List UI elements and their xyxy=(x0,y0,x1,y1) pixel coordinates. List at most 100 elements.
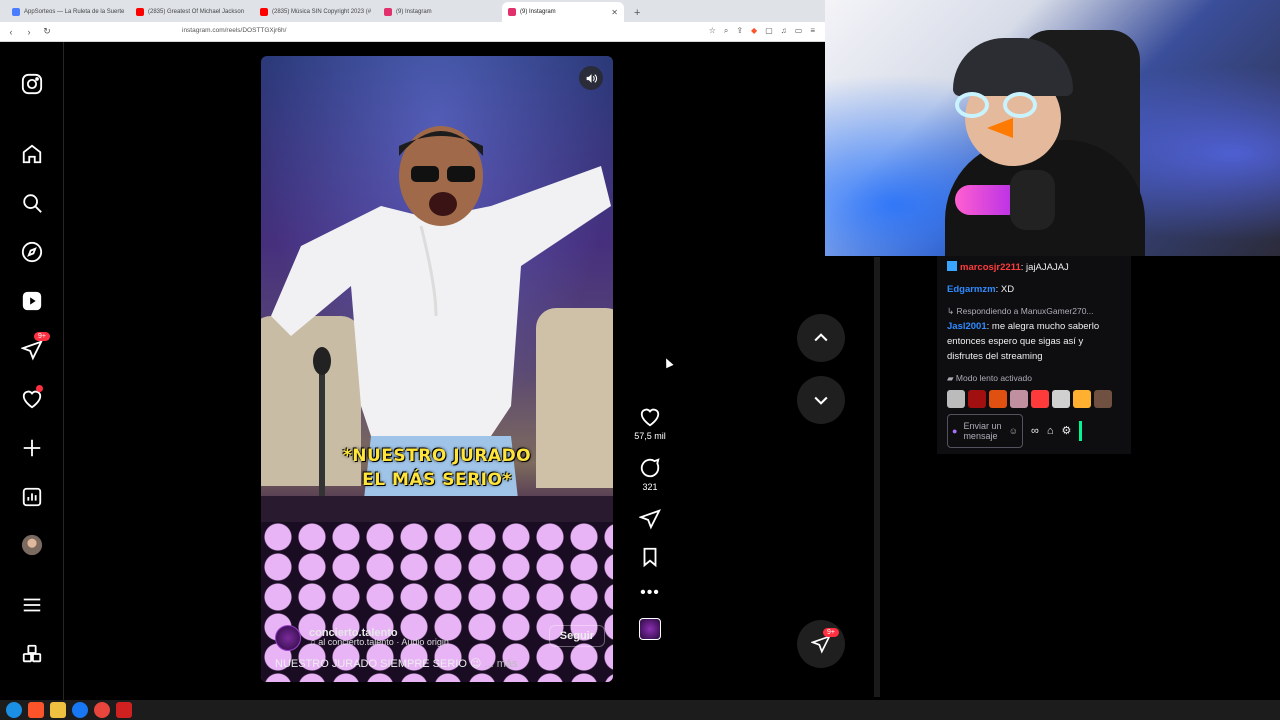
more-options-action[interactable]: ••• xyxy=(640,584,660,602)
browser-tab[interactable]: (2835) Greatest Of Michael Jackson xyxy=(130,2,252,22)
chat-message: Jasl2001: me alegra mucho saberlo entonc… xyxy=(947,321,1100,362)
home-icon[interactable] xyxy=(20,142,44,166)
edge-icon[interactable] xyxy=(6,702,22,718)
os-taskbar xyxy=(0,700,1280,720)
emoji-icon[interactable]: ☺ xyxy=(1009,426,1018,436)
next-reel-button[interactable] xyxy=(797,376,845,424)
brave-icon[interactable] xyxy=(28,702,44,718)
microphone-icon[interactable]: ● xyxy=(952,426,957,436)
slow-mode-notice: ▰ Modo lento activado xyxy=(947,373,1032,383)
chat-message: marcosjr2211: jajAJAJAJ xyxy=(947,260,1121,275)
zoom-icon[interactable]: ⌕ xyxy=(724,26,728,36)
chat-username[interactable]: Edgarmzm xyxy=(947,284,996,295)
glasses-left xyxy=(955,92,989,118)
messages-icon[interactable]: 9+ xyxy=(20,332,50,362)
instagram-page: 9+ *NUESTRO JURADO EL MÁS SERIO* concier… xyxy=(0,42,880,700)
emote[interactable] xyxy=(968,390,986,408)
instagram-logo-icon[interactable] xyxy=(20,72,44,96)
create-icon[interactable] xyxy=(20,436,44,460)
close-tab-icon[interactable]: ✕ xyxy=(611,8,618,17)
emote[interactable] xyxy=(1073,390,1091,408)
more-menu-icon[interactable] xyxy=(20,593,44,617)
emote[interactable] xyxy=(1052,390,1070,408)
browser-tab-bar: AppSorteos — La Ruleta de la Suerte (283… xyxy=(0,0,825,22)
chat-input-row: ● Enviar un mensaje ☺ ∞ ⌂ ⚙ xyxy=(947,414,1121,448)
comments-count: 321 xyxy=(642,482,658,492)
notifications-icon[interactable] xyxy=(20,385,44,411)
page-scrollbar[interactable] xyxy=(874,257,880,697)
recording-app-icon[interactable] xyxy=(116,702,132,718)
like-action[interactable]: 57,5 mil xyxy=(634,406,666,441)
menu-icon[interactable]: ≡ xyxy=(810,26,815,36)
emote[interactable] xyxy=(947,390,965,408)
messages-fab-badge: 9+ xyxy=(823,628,839,637)
send-icon[interactable] xyxy=(639,508,661,530)
bookmark-icon[interactable]: ☆ xyxy=(709,26,716,36)
author-name[interactable]: concierto.talento xyxy=(309,627,398,639)
glasses-right xyxy=(1003,92,1037,118)
more-dots-icon[interactable]: ••• xyxy=(640,584,660,602)
emote[interactable] xyxy=(1010,390,1028,408)
chat-message: Edgarmzm: XD xyxy=(947,284,1015,295)
previous-reel-button[interactable] xyxy=(797,314,845,362)
author-row: concierto.talento Seguir xyxy=(275,625,605,651)
chrome-icon[interactable] xyxy=(94,702,110,718)
sidebar-icon[interactable]: ▭ xyxy=(795,26,803,36)
share-icon[interactable]: ⇪ xyxy=(736,26,743,36)
browser-tab[interactable]: AppSorteos — La Ruleta de la Suerte xyxy=(6,2,128,22)
chat-input[interactable]: ● Enviar un mensaje ☺ xyxy=(947,414,1023,448)
messages-fab[interactable]: 9+ xyxy=(797,620,845,668)
reels-icon[interactable] xyxy=(20,289,44,313)
search-icon[interactable] xyxy=(20,191,44,215)
browser-tab-active[interactable]: (9) Instagram ✕ xyxy=(502,2,624,22)
reel-video[interactable]: *NUESTRO JURADO EL MÁS SERIO* concierto.… xyxy=(261,56,613,682)
forward-icon[interactable]: › xyxy=(22,27,36,37)
bits-icon[interactable]: ∞ xyxy=(1031,424,1039,439)
comment-icon[interactable] xyxy=(639,457,661,479)
emote[interactable] xyxy=(1031,390,1049,408)
comment-action[interactable]: 321 xyxy=(639,457,661,492)
dashboard-icon[interactable] xyxy=(20,485,44,509)
brave-shield-icon[interactable]: ◆ xyxy=(751,26,757,36)
microphone xyxy=(1010,170,1055,230)
follow-button[interactable]: Seguir xyxy=(548,625,605,647)
reply-context: ↳ Respondiendo a ManuxGamer270... xyxy=(947,306,1094,316)
store-icon[interactable]: ⌂ xyxy=(1047,424,1054,439)
audio-thumbnail[interactable] xyxy=(639,618,661,640)
author-avatar[interactable] xyxy=(275,625,301,651)
notification-dot xyxy=(36,385,43,392)
likes-count: 57,5 mil xyxy=(634,431,666,441)
facebook-icon[interactable] xyxy=(72,702,88,718)
settings-icon[interactable]: ⚙ xyxy=(1062,424,1072,439)
reel-description: NUESTRO JURADO SIEMPRE SERIO 😉 ... más xyxy=(275,658,518,670)
messages-badge: 9+ xyxy=(34,332,50,341)
extensions-icon[interactable]: ▢ xyxy=(765,26,773,36)
chat-username[interactable]: marcosjr2211 xyxy=(960,262,1021,273)
back-icon[interactable]: ‹ xyxy=(4,27,18,37)
chevron-down-icon xyxy=(814,396,828,405)
url-field[interactable]: instagram.com/reels/DOSTTGXjr6h/ xyxy=(182,27,286,34)
reel-actions: 57,5 mil 321 ••• xyxy=(632,406,668,640)
address-bar: ‹ › ↻ instagram.com/reels/DOSTTGXjr6h/ ☆… xyxy=(0,22,825,42)
chat-username[interactable]: Jasl2001 xyxy=(947,321,987,332)
explore-icon[interactable] xyxy=(20,240,44,264)
share-action[interactable] xyxy=(639,508,661,530)
reel-meta: concierto.talento Seguir ♫ al concierto.… xyxy=(275,625,605,670)
music-icon[interactable]: ♫ xyxy=(781,26,787,36)
save-action[interactable] xyxy=(639,546,661,568)
heart-icon[interactable] xyxy=(639,406,661,428)
more-link[interactable]: ... más xyxy=(485,658,518,670)
also-from-meta-icon[interactable] xyxy=(20,642,44,666)
reload-icon[interactable]: ↻ xyxy=(40,26,54,37)
file-explorer-icon[interactable] xyxy=(50,702,66,718)
volume-icon[interactable] xyxy=(579,66,603,90)
new-tab-button[interactable]: + xyxy=(626,7,648,22)
youtube-icon xyxy=(260,8,268,16)
chat-send-indicator[interactable] xyxy=(1079,421,1083,441)
profile-avatar-icon[interactable] xyxy=(20,533,44,557)
bookmark-icon[interactable] xyxy=(639,546,661,568)
emote[interactable] xyxy=(1094,390,1112,408)
emote[interactable] xyxy=(989,390,1007,408)
browser-tab[interactable]: (9) Instagram xyxy=(378,2,500,22)
browser-tab[interactable]: (2835) Música SIN Copyright 2023 (# xyxy=(254,2,376,22)
